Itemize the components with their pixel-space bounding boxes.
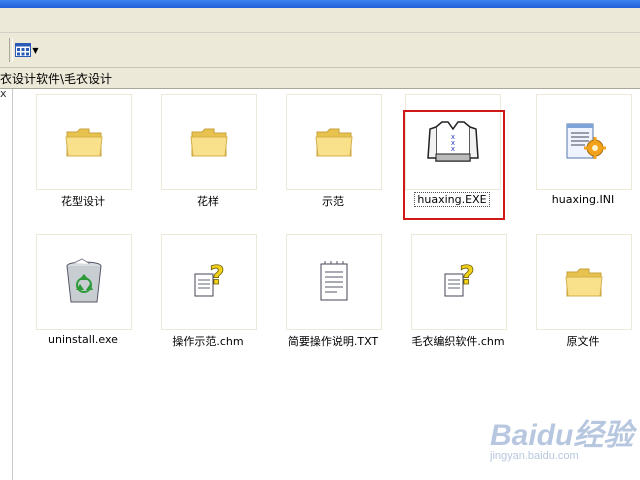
chevron-down-icon: ▼: [32, 45, 39, 55]
file-thumbnail: [286, 94, 382, 190]
file-tile[interactable]: uninstall.exe: [28, 229, 138, 359]
file-name: 简要操作说明.TXT: [287, 335, 379, 348]
address-bar[interactable]: 衣设计软件\毛衣设计: [0, 68, 640, 89]
folder-icon: [315, 128, 353, 157]
file-thumbnail: [36, 94, 132, 190]
file-name: 花型设计: [61, 195, 105, 208]
file-thumbnail: [536, 234, 632, 330]
watermark: Baidu经验 jingyan.baidu.com: [490, 410, 640, 480]
file-name: 毛衣编织软件.chm: [411, 335, 505, 348]
file-tile[interactable]: 花样: [153, 89, 263, 219]
ini-settings-icon: [566, 123, 606, 159]
file-thumbnail: [161, 94, 257, 190]
file-thumbnail: [36, 234, 132, 330]
folder-icon: [65, 128, 103, 157]
file-tile[interactable]: huaxing.INI: [528, 89, 638, 219]
file-thumbnail: ?: [161, 234, 257, 330]
address-path: 衣设计软件\毛衣设计: [0, 72, 113, 86]
file-name: huaxing.EXE: [414, 192, 490, 207]
file-tile[interactable]: 原文件: [528, 229, 638, 359]
file-name: uninstall.exe: [48, 333, 118, 346]
folders-pane: x: [0, 87, 13, 480]
file-tile[interactable]: ? 毛衣编织软件.chm: [403, 229, 513, 359]
file-thumbnail: ?: [411, 234, 507, 330]
watermark-logo: Baidu经验: [490, 419, 634, 452]
file-name: 原文件: [566, 335, 600, 348]
file-tile[interactable]: ? 操作示范.chm: [153, 229, 263, 359]
menu-bar: [0, 8, 640, 33]
file-name: huaxing.INI: [551, 193, 615, 206]
file-thumbnail: [286, 234, 382, 330]
views-button[interactable]: ▼: [14, 39, 40, 61]
file-tile-selected[interactable]: x x x huaxing.EXE: [397, 89, 507, 219]
file-tile[interactable]: 简要操作说明.TXT: [278, 229, 388, 359]
folder-icon: [565, 268, 603, 297]
toolbar-separator: [9, 38, 13, 62]
folder-icon: [190, 128, 228, 157]
close-icon[interactable]: x: [0, 87, 7, 100]
toolbar: ▼: [0, 33, 640, 68]
text-file-icon: [320, 261, 348, 301]
sweater-exe-icon: x x x: [427, 121, 479, 162]
recycle-bin-icon: [66, 258, 102, 303]
chm-help-icon: ?: [444, 261, 475, 297]
window-titlebar: [0, 0, 640, 8]
svg-text:?: ?: [209, 261, 224, 291]
views-grid-icon: [15, 43, 32, 57]
file-name: 花样: [197, 195, 219, 208]
file-thumbnail: x x x: [405, 94, 501, 190]
file-thumbnail: [536, 94, 632, 190]
file-tile[interactable]: 花型设计: [28, 89, 138, 219]
watermark-url: jingyan.baidu.com: [490, 450, 579, 462]
svg-text:?: ?: [459, 261, 474, 291]
svg-text:x: x: [451, 145, 455, 153]
file-name: 示范: [322, 195, 344, 208]
file-name: 操作示范.chm: [172, 335, 244, 348]
chm-help-icon: ?: [194, 261, 225, 297]
file-tile[interactable]: 示范: [278, 89, 388, 219]
